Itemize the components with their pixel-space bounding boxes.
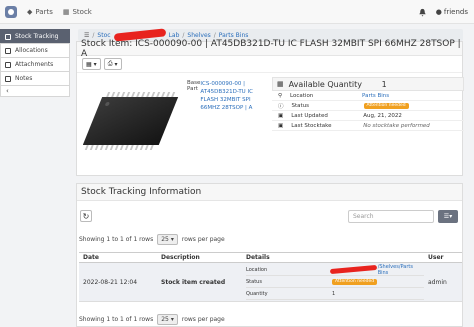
print-icon: ⎙ [107, 60, 113, 67]
bell-icon[interactable] [418, 8, 427, 17]
item-toolbar: ▦ ▾ ⎙ ▾ [77, 56, 462, 73]
page-title: Stock Item: ICS-000090-00 | AT45DB321D-T… [77, 39, 462, 59]
last-updated-row: ▣ Last Updated Aug, 21, 2022 [272, 111, 464, 121]
status-row: ⓘ Status Attention needed [272, 101, 464, 111]
sidebar-item-attachments[interactable]: Attachments [0, 57, 70, 72]
last-updated-value: Aug, 21, 2022 [363, 112, 402, 119]
pagination-info-top: Showing 1 to 1 of 1 rows 25 ▾ rows per pa… [79, 234, 225, 245]
search-input[interactable]: Search [348, 210, 434, 223]
section-title: Stock Tracking Information [77, 184, 462, 201]
user-icon: ● [435, 8, 442, 16]
location-link[interactable]: Parts Bins [362, 93, 389, 99]
breadcrumb-item[interactable]: Stoc [97, 32, 110, 39]
status-badge: Attention needed [363, 102, 409, 109]
boxes-icon: ▦ [62, 7, 70, 16]
sidebar-item-notes[interactable]: Notes [0, 71, 70, 86]
row-user: admin [428, 278, 447, 286]
quantity-value: 1 [332, 290, 336, 297]
paperclip-icon [5, 61, 11, 68]
chevron-down-icon: ▾ [114, 60, 118, 68]
breadcrumb-item[interactable]: Lab [169, 32, 180, 39]
breadcrumb-item[interactable]: Shelves [187, 32, 210, 39]
row-date: 2022-08-21 12:04 [83, 278, 138, 286]
refresh-icon: ↻ [82, 211, 90, 221]
sidebar-collapse-button[interactable]: ‹ [0, 85, 70, 97]
page-size-select[interactable]: 25 ▾ [157, 314, 178, 325]
nav-parts-link[interactable]: ◆ Parts [27, 8, 53, 16]
barcode-actions-button[interactable]: ▦ ▾ [82, 58, 101, 70]
row-details: Location /Shelves/Parts Bins Status Atte… [242, 264, 424, 300]
boxes-icon: ▦ [277, 80, 284, 88]
note-icon [5, 75, 11, 82]
print-actions-button[interactable]: ⎙ ▾ [103, 58, 122, 70]
tracking-table: Date Description Details User 2022-08-21… [79, 252, 462, 302]
redaction-mark [329, 264, 377, 275]
app-logo-icon[interactable] [5, 5, 17, 18]
nav-stock-link[interactable]: ▦ Stock [63, 8, 92, 16]
stock-item-panel: Stock Item: ICS-000090-00 | AT45DB321D-T… [76, 39, 464, 176]
last-stocktake-row: ▣ Last Stocktake No stocktake performed [272, 121, 464, 131]
sidebar: Stock Tracking Allocations Attachments N… [0, 29, 70, 97]
page-size-select[interactable]: 25 ▾ [157, 234, 178, 245]
top-navbar: ◆ Parts ▦ Stock ● friends [0, 0, 474, 24]
row-description: Stock item created [161, 278, 226, 286]
base-part-info: Base Part ICS-000090-00 | AT45DB321D-TU … [187, 80, 267, 112]
tag-icon [5, 47, 11, 54]
base-part-label: Base Part [187, 80, 201, 92]
user-menu[interactable]: ● friends [436, 8, 468, 16]
chevron-down-icon: ▾ [170, 316, 174, 323]
shapes-icon: ◆ [27, 7, 33, 16]
stock-tracking-panel: Stock Tracking Information ↻ Search ☰ ▾ S… [76, 183, 463, 327]
breadcrumb-item[interactable]: Parts Bins [219, 32, 249, 39]
column-header[interactable]: Date [79, 254, 157, 261]
location-row: ⚲ Location Parts Bins [272, 91, 464, 101]
column-header[interactable]: User [424, 254, 462, 261]
chevron-down-icon: ▾ [170, 236, 174, 243]
sidebar-item-stock-tracking[interactable]: Stock Tracking [0, 29, 70, 44]
chevron-down-icon: ▾ [449, 213, 453, 220]
pagination-info-bottom: Showing 1 to 1 of 1 rows 25 ▾ rows per pa… [79, 314, 225, 325]
status-badge: Attention needed [332, 278, 378, 285]
column-header[interactable]: Details [242, 254, 424, 261]
available-quantity-row: ▦ Available Quantity 1 [272, 77, 464, 91]
refresh-button[interactable]: ↻ [80, 210, 92, 222]
base-part-link[interactable]: ICS-000090-00 | AT45DB321D-TU IC FLASH 3… [200, 80, 267, 112]
last-stocktake-value: No stocktake performed [363, 122, 430, 129]
table-header: Date Description Details User [79, 252, 462, 263]
chevron-down-icon: ▾ [93, 60, 97, 68]
sidebar-item-allocations[interactable]: Allocations [0, 43, 70, 58]
part-image [83, 92, 179, 150]
clipboard-icon [5, 33, 11, 40]
stock-details-table: ▦ Available Quantity 1 ⚲ Location Parts … [272, 77, 464, 131]
table-row: 2022-08-21 12:04 Stock item created Loca… [79, 263, 462, 302]
available-quantity-value: 1 [381, 79, 387, 89]
menu-icon[interactable]: ☰ [84, 32, 89, 39]
column-header[interactable]: Description [157, 254, 242, 261]
qrcode-icon: ▦ [86, 60, 92, 68]
columns-menu-button[interactable]: ☰ ▾ [438, 210, 458, 223]
location-link[interactable]: /Shelves/Parts Bins [378, 264, 424, 276]
